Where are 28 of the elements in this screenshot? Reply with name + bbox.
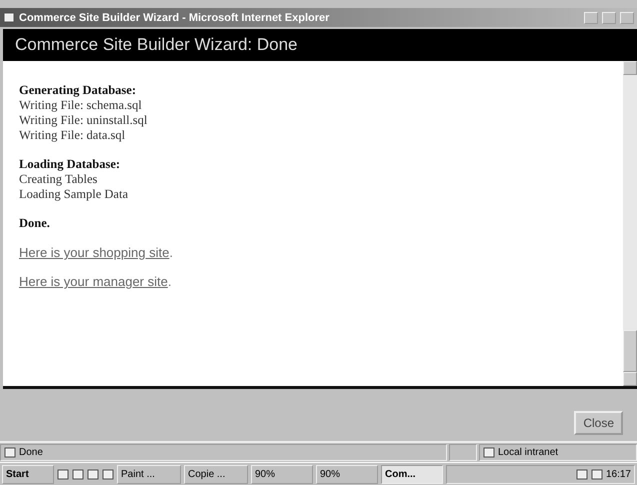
- period-text: .: [168, 274, 172, 289]
- zone-text: Local intranet: [498, 447, 558, 458]
- section-heading: Generating Database:: [19, 83, 137, 98]
- log-line: Writing File: uninstall.sql: [19, 113, 148, 128]
- maximize-button[interactable]: [602, 12, 616, 24]
- log-line: Creating Tables: [19, 172, 98, 187]
- taskbar-button[interactable]: 90%: [316, 464, 378, 484]
- log-line: Writing File: data.sql: [19, 128, 126, 143]
- window-title: Commerce Site Builder Wizard - Microsoft Internet Explorer: [19, 12, 330, 24]
- site-link[interactable]: Here is your manager site: [19, 274, 168, 289]
- start-button[interactable]: Start: [2, 464, 54, 484]
- close-button[interactable]: Close: [574, 411, 623, 435]
- scrollbar[interactable]: [623, 61, 637, 386]
- site-link[interactable]: Here is your shopping site: [19, 245, 170, 260]
- status-text: Done: [19, 447, 43, 458]
- taskbar-button[interactable]: Paint ...: [117, 464, 181, 484]
- taskbar-button[interactable]: 90%: [251, 464, 313, 484]
- minimize-button[interactable]: [584, 12, 598, 24]
- wizard-title: Commerce Site Builder Wizard: Done: [15, 35, 298, 55]
- section-heading: Loading Database:: [19, 157, 122, 172]
- taskbar-button[interactable]: Copie ...: [184, 464, 248, 484]
- section-heading: Done.: [19, 216, 51, 231]
- log-line: Writing File: schema.sql: [19, 98, 143, 113]
- period-text: .: [169, 245, 173, 260]
- clock-text: 16:17: [606, 468, 631, 480]
- close-button[interactable]: [620, 12, 634, 24]
- taskbar-button[interactable]: Com...: [381, 464, 443, 484]
- log-line: Loading Sample Data: [19, 187, 129, 202]
